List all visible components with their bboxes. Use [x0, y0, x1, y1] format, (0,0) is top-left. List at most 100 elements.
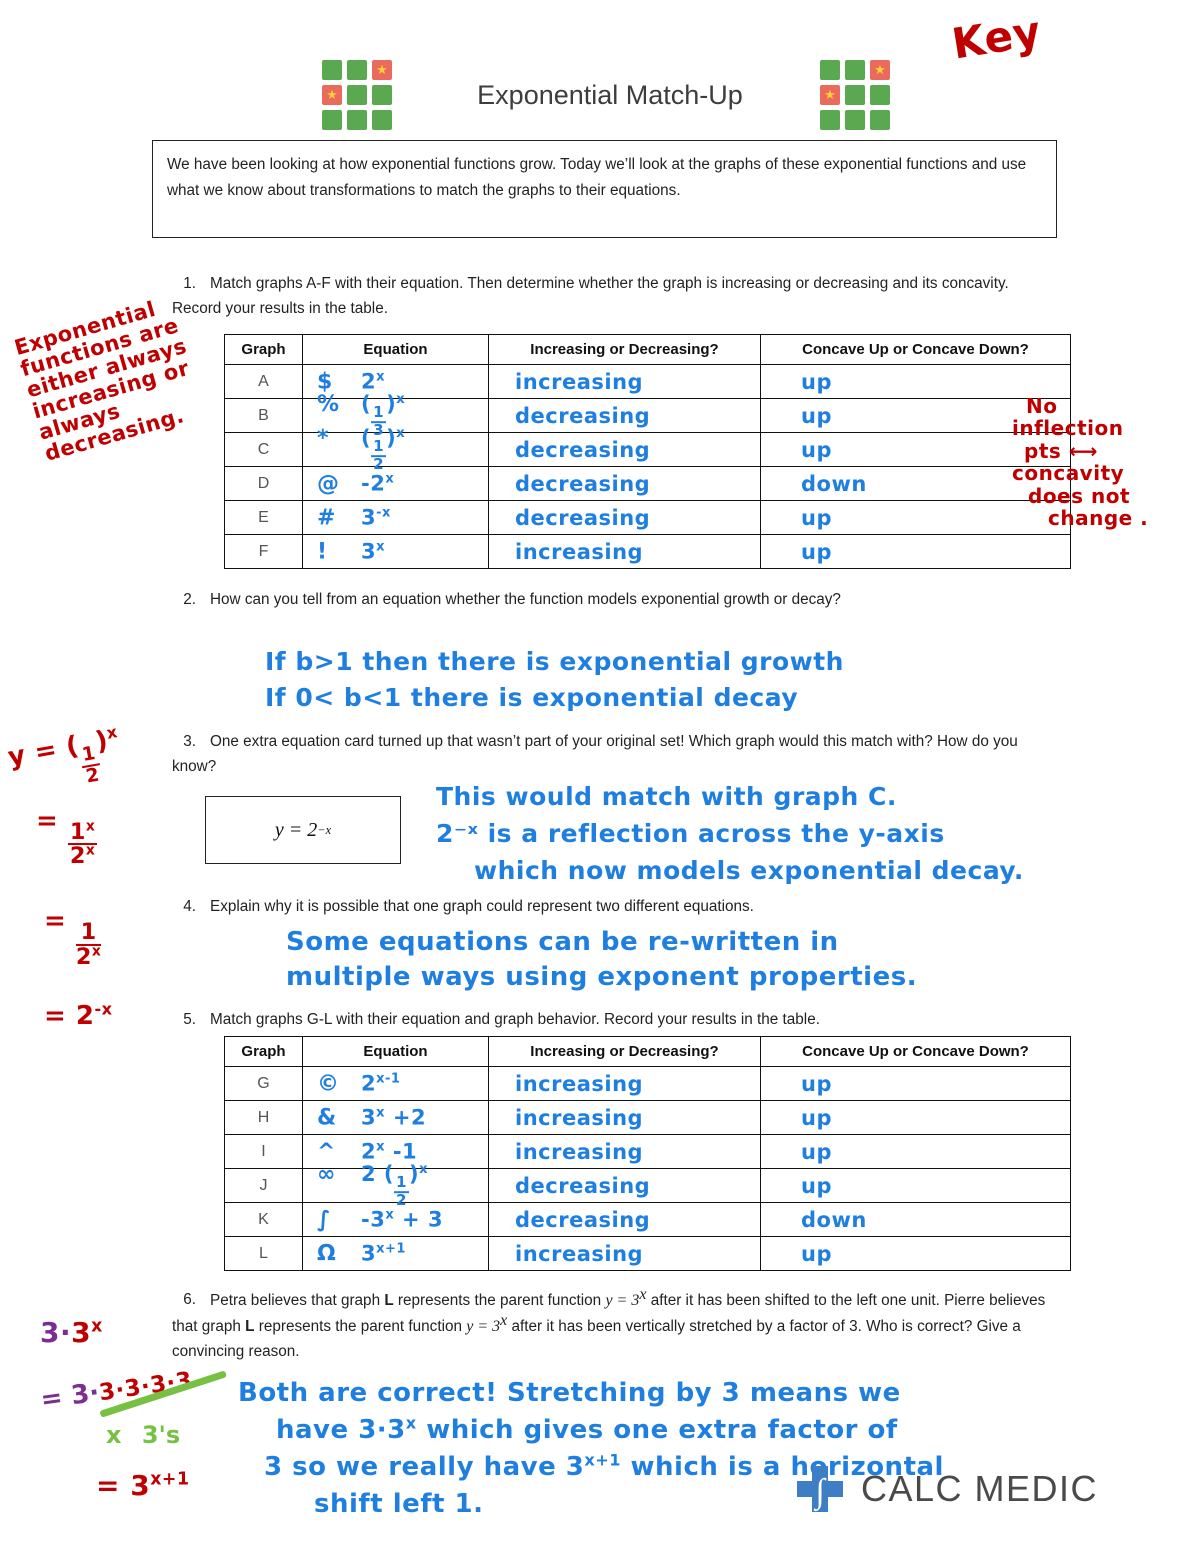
concavity-cell[interactable]: up: [760, 1168, 1071, 1203]
exponent: x+1: [376, 1240, 406, 1256]
table-header-row: Graph Equation Increasing or Decreasing?…: [224, 1036, 1071, 1067]
annotation-line: change .: [1048, 505, 1149, 530]
equation-cell[interactable]: #3-x: [302, 500, 489, 535]
derivation-brace-label: x 3's: [40, 1421, 193, 1449]
denominator: 2: [84, 764, 102, 788]
annotation-line: concavity: [1012, 461, 1125, 486]
equation-expression: (1 2)x: [361, 425, 406, 473]
equation-handwriting: ∫ -3x + 3: [317, 1208, 502, 1231]
equation-handwriting: & 3x +2: [317, 1106, 502, 1129]
concavity-cell[interactable]: up: [760, 1100, 1071, 1135]
exponent: x: [396, 391, 406, 407]
answer-part: 3 so we really have 3: [264, 1451, 585, 1482]
question-5-number: 5.: [183, 1011, 196, 1028]
equation-card-symbol: $: [317, 368, 333, 394]
equation-cell[interactable]: & 3x +2: [302, 1100, 489, 1135]
equation-cell[interactable]: @ -2x: [302, 466, 489, 501]
increasing-decreasing-cell[interactable]: increasing: [488, 1100, 761, 1135]
denominator: 2x: [68, 842, 98, 868]
table-row: F! 3x increasing up: [224, 534, 1071, 569]
annotation-half-power-derivation: y = (1 2)x = 1x 2x = 1 2x = 2-x: [6, 722, 122, 1031]
num-exp: x: [85, 818, 96, 835]
increasing-decreasing-cell[interactable]: decreasing: [488, 500, 761, 535]
equation-card-symbol: ∞: [317, 1161, 336, 1187]
exponent: x: [385, 470, 395, 486]
table-row: L Ω 3x+1 increasing up: [224, 1236, 1071, 1271]
column-header-concavity: Concave Up or Concave Down?: [760, 1036, 1071, 1067]
graph-label: F: [224, 534, 303, 569]
question-1-text: Match graphs A-F with their equation. Th…: [172, 275, 1009, 317]
red-result-exponent: x+1: [150, 1470, 190, 1491]
equation-cell[interactable]: ! 3x: [302, 534, 489, 569]
increasing-decreasing-cell[interactable]: decreasing: [488, 1168, 761, 1203]
fraction-one-over-two-x: 1 2x: [75, 921, 102, 969]
equals-sign: =: [36, 805, 59, 836]
increasing-decreasing-cell[interactable]: increasing: [488, 1134, 761, 1169]
equation-expression: 3x +2: [361, 1104, 427, 1129]
equals-sign: =: [44, 1000, 67, 1031]
calc-medic-logo: ∫ CALC MEDIC: [793, 1462, 1098, 1516]
graph-label: J: [224, 1168, 303, 1203]
concavity-cell[interactable]: up: [760, 364, 1071, 399]
calc-medic-cross-icon: ∫: [797, 1466, 843, 1512]
increasing-decreasing-cell[interactable]: increasing: [488, 364, 761, 399]
value: 2: [75, 1000, 95, 1031]
equation-expression: -3x + 3: [361, 1206, 444, 1231]
increasing-decreasing-cell[interactable]: decreasing: [488, 398, 761, 433]
page-title: Exponential Match-Up: [477, 80, 743, 110]
increasing-decreasing-cell[interactable]: decreasing: [488, 432, 761, 467]
answer-line: Both are correct! Stretching by 3 means …: [238, 1378, 901, 1408]
equation-cell[interactable]: Ω 3x+1: [302, 1236, 489, 1271]
concavity-answer: up: [801, 1139, 832, 1164]
concavity-cell[interactable]: up: [760, 1066, 1071, 1101]
purple-equals-three: = 3·: [38, 1377, 102, 1416]
concavity-cell[interactable]: up: [760, 1134, 1071, 1169]
table-row: K ∫ -3x + 3 decreasing down: [224, 1202, 1071, 1237]
equation-base: y = 2: [274, 818, 318, 841]
concavity-cell[interactable]: up: [760, 1236, 1071, 1271]
equation-handwriting: ∞ 2 (1 2)x: [317, 1163, 502, 1209]
tile: [845, 60, 865, 80]
key-annotation: Key: [948, 6, 1045, 69]
question-3-answer: This would match with graph C. 2⁻ˣ is a …: [436, 778, 1024, 889]
equation-expression: 2x: [361, 368, 386, 393]
question-3: 3. One extra equation card turned up tha…: [172, 730, 1032, 780]
equation-expression: (1 3)x: [361, 391, 406, 439]
q6-part: represents the parent function: [254, 1317, 467, 1335]
equation-cell[interactable]: ∞ 2 (1 2)x: [302, 1163, 489, 1208]
increasing-decreasing-cell[interactable]: increasing: [488, 1236, 761, 1271]
answer-line: multiple ways using exponent properties.: [286, 961, 918, 992]
equation-cell[interactable]: * (1 2)x: [302, 427, 489, 472]
match-table-g-l: Graph Equation Increasing or Decreasing?…: [224, 1036, 1071, 1271]
table-row: E #3-x decreasing up: [224, 500, 1071, 535]
question-5: 5. Match graphs G-L with their equation …: [172, 1008, 1052, 1033]
answer-line: 2⁻ˣ is a reflection across the y-axis: [436, 819, 945, 848]
den-exp: x: [85, 842, 96, 859]
increasing-decreasing-cell[interactable]: increasing: [488, 1066, 761, 1101]
equation-cell[interactable]: ∫ -3x + 3: [302, 1202, 489, 1237]
graph-label: B: [224, 398, 303, 433]
parent-function: y = 3: [605, 1292, 640, 1309]
graph-label: C: [224, 432, 303, 467]
equation-handwriting: * (1 2)x: [317, 427, 502, 473]
concavity-cell[interactable]: down: [760, 1202, 1071, 1237]
question-2-text: How can you tell from an equation whethe…: [210, 591, 841, 608]
concavity-cell[interactable]: up: [760, 534, 1071, 569]
equation-cell[interactable]: © 2x-1: [302, 1066, 489, 1101]
equation-expression: 3x+1: [361, 1240, 406, 1265]
column-header-graph: Graph: [224, 1036, 303, 1067]
tile: [820, 110, 840, 130]
tile: [870, 110, 890, 130]
equation-card-symbol: !: [317, 538, 328, 564]
increasing-decreasing-cell[interactable]: increasing: [488, 534, 761, 569]
increasing-decreasing-cell[interactable]: decreasing: [488, 466, 761, 501]
concavity-answer: up: [801, 1241, 832, 1266]
increasing-decreasing-cell[interactable]: decreasing: [488, 1202, 761, 1237]
annotation-line: pts ⟷: [1012, 440, 1148, 462]
answer-line: If b>1 then there is exponential growth: [265, 647, 844, 676]
numerator: 1: [75, 921, 102, 947]
table-row: D @ -2x decreasing down: [224, 466, 1071, 501]
graph-label: E: [224, 500, 303, 535]
annotation-line: No: [1026, 394, 1058, 418]
annotation-text: pts: [1024, 438, 1062, 463]
